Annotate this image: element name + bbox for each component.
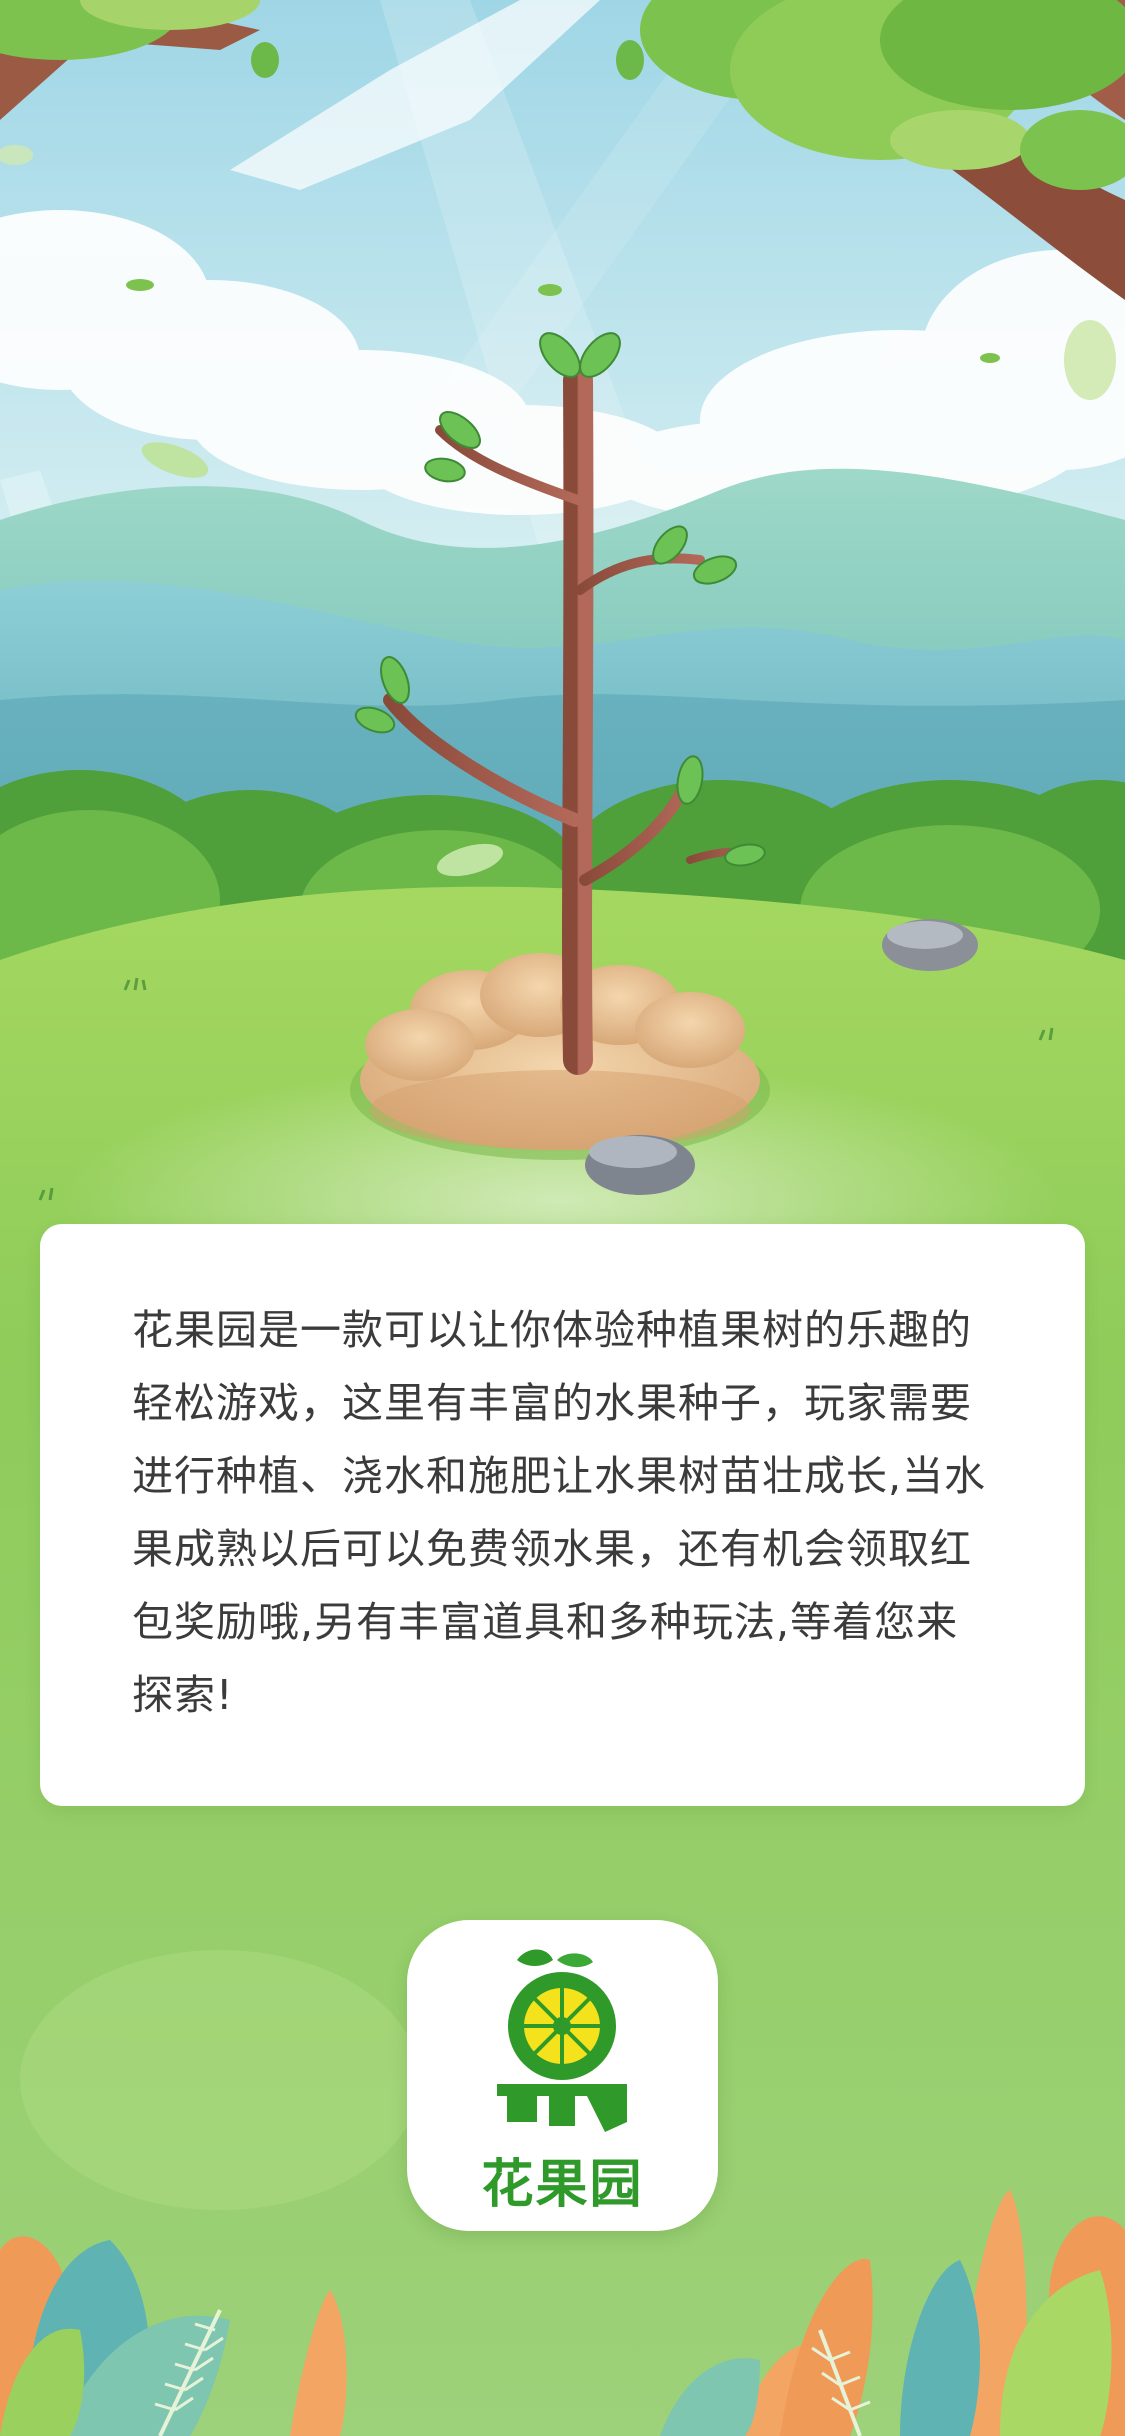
fruit-logo-icon [497,1949,627,2132]
intro-card: 花果园是一款可以让你体验种植果树的乐趣的轻松游戏，这里有丰富的水果种子，玩家需要… [40,1224,1085,1806]
app-icon[interactable]: 花果园 [407,1920,718,2231]
intro-text: 花果园是一款可以让你体验种植果树的乐趣的轻松游戏，这里有丰富的水果种子，玩家需要… [132,1306,987,1719]
app-name: 花果园 [481,2155,644,2215]
